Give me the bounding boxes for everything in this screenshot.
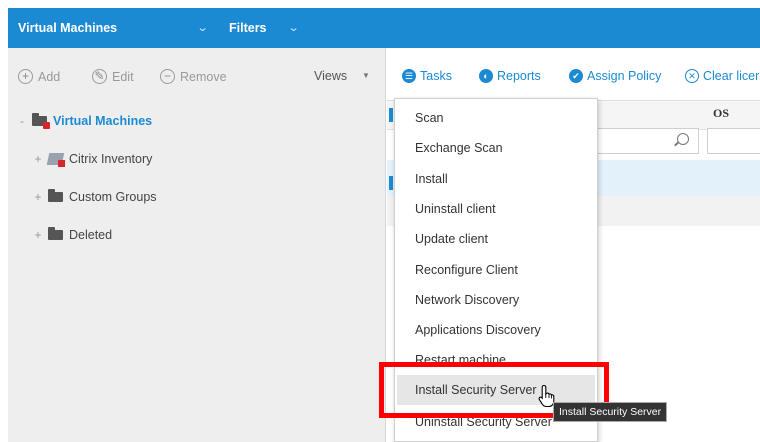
filters-dropdown[interactable]: Filters [229,21,267,35]
tasks-label: Tasks [420,69,452,83]
menu-item-update-client[interactable]: Update client [415,232,488,246]
left-toolbar: + Add ✎ Edit − Remove Views ▼ [8,48,386,100]
tree-item-label: Citrix Inventory [69,152,153,166]
menu-item-uninstall-client[interactable]: Uninstall client [415,202,496,216]
os-filter-input[interactable] [707,128,760,154]
reports-button[interactable]: ◐ Reports [479,69,541,83]
menu-item-exchange-scan[interactable]: Exchange Scan [415,141,503,155]
edit-button[interactable]: ✎ Edit [92,69,134,84]
tree-item-label: Deleted [69,228,113,242]
tree-item-custom-groups[interactable]: + Custom Groups [32,189,157,204]
tasks-button[interactable]: ☰ Tasks [402,69,452,83]
column-marker [389,108,393,122]
pencil-icon: ✎ [92,69,107,84]
add-label: Add [38,69,61,84]
assign-policy-button[interactable]: ✔ Assign Policy [569,69,661,83]
plus-icon: + [18,69,33,84]
clear-license-button[interactable]: ✕ Clear licer [685,69,759,83]
search-icon[interactable] [677,133,689,145]
minus-icon: − [160,69,175,84]
remove-button[interactable]: − Remove [160,69,227,84]
row-marker [389,176,393,190]
chevron-down-icon[interactable]: ⌄ [288,21,300,34]
tree-item-deleted[interactable]: + Deleted [32,227,113,242]
left-panel: + Add ✎ Edit − Remove Views ▼ - Virtual … [8,48,386,442]
expand-icon[interactable]: + [32,152,44,166]
menu-item-applications-discovery[interactable]: Applications Discovery [415,323,541,337]
tooltip: Install Security Server [553,402,668,422]
top-bar: Virtual Machines ⌄ Filters ⌄ [8,8,760,48]
clear-license-label: Clear licer [703,69,760,83]
remove-label: Remove [180,69,227,84]
views-dropdown[interactable]: Views [314,69,347,83]
tree-item-label: Custom Groups [69,190,157,204]
expand-icon[interactable]: + [32,190,44,204]
citrix-inventory-icon [46,153,66,167]
menu-item-install[interactable]: Install [415,172,448,186]
menu-item-network-discovery[interactable]: Network Discovery [415,293,519,307]
reports-label: Reports [497,69,541,83]
add-button[interactable]: + Add [18,69,60,84]
assign-policy-label: Assign Policy [587,69,662,83]
folder-icon [48,227,63,240]
tree-root-label: Virtual Machines [53,114,153,128]
expand-icon[interactable]: + [32,228,44,242]
tree-item-citrix-inventory[interactable]: + Citrix Inventory [32,152,153,167]
reports-icon: ◐ [479,69,493,83]
os-column-header[interactable]: OS [713,106,729,121]
folder-icon [32,113,50,129]
tree-root[interactable]: - Virtual Machines [16,113,153,129]
edit-label: Edit [112,69,134,84]
menu-item-reconfigure-client[interactable]: Reconfigure Client [415,263,518,277]
close-icon: ✕ [685,69,699,83]
collapse-icon[interactable]: - [16,114,28,128]
caret-down-icon[interactable]: ▼ [362,71,370,80]
tasks-icon: ☰ [402,69,416,83]
chevron-down-icon[interactable]: ⌄ [197,21,209,34]
menu-item-scan[interactable]: Scan [415,111,444,125]
assign-policy-icon: ✔ [569,69,583,83]
virtual-machines-dropdown[interactable]: Virtual Machines [18,21,117,35]
folder-icon [48,189,63,202]
